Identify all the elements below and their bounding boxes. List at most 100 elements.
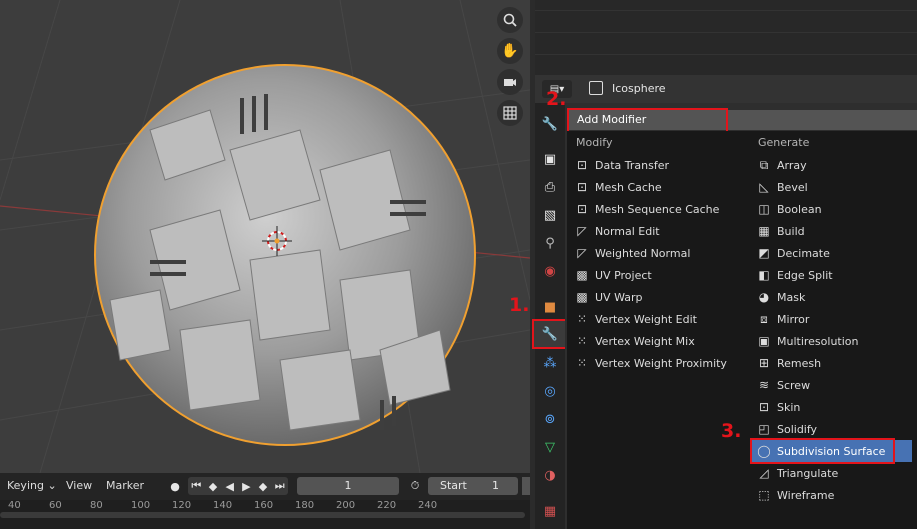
physics-tab-icon[interactable]: ◎ xyxy=(539,380,561,402)
menu-item-uv-warp[interactable]: ▩ UV Warp xyxy=(575,286,750,308)
data-tab-icon[interactable]: ▽ xyxy=(539,436,561,458)
ruler-tick-label: 40 xyxy=(8,500,21,511)
stopwatch-icon[interactable]: ⏱ xyxy=(406,477,424,495)
menu-item-multiresolution[interactable]: ▣ Multiresolution xyxy=(757,330,907,352)
menu-item-build[interactable]: ▦ Build xyxy=(757,220,907,242)
menu-item-triangulate[interactable]: ◿ Triangulate xyxy=(757,462,907,484)
camera-icon[interactable] xyxy=(497,69,523,95)
hand-pan-icon[interactable]: ✋ xyxy=(497,38,523,64)
current-frame-field[interactable]: 1 xyxy=(297,477,399,495)
constraints-tab-icon[interactable]: ⊚ xyxy=(539,408,561,430)
modify-column: ⊡ Data Transfer ⊡ Mesh Cache ⊡ Mesh Sequenc… xyxy=(575,154,750,374)
marker-menu[interactable]: Marker xyxy=(106,476,144,496)
object-name: Icosphere xyxy=(612,82,666,95)
modify-column-title: Modify xyxy=(576,136,613,149)
menu-item-remesh[interactable]: ⊞ Remesh xyxy=(757,352,907,374)
menu-item-data-transfer[interactable]: ⊡ Data Transfer xyxy=(575,154,750,176)
add-modifier-row-bg xyxy=(725,110,917,130)
play-reverse-icon[interactable]: ◀ xyxy=(221,477,238,495)
triangulate-icon: ◿ xyxy=(759,466,769,480)
menu-item-decimate[interactable]: ◩ Decimate xyxy=(757,242,907,264)
skin-icon: ⊡ xyxy=(758,400,770,414)
step2-highlight-box xyxy=(567,108,728,133)
ruler-tick-label: 160 xyxy=(254,500,274,511)
menu-item-weighted-normal[interactable]: ◸ Weighted Normal xyxy=(575,242,750,264)
bevel-icon: ◺ xyxy=(759,180,769,194)
prev-keyframe-icon[interactable]: ◆ xyxy=(205,477,222,495)
generate-column-title: Generate xyxy=(758,136,810,149)
timeline-ruler[interactable]: 40 60 80 100 120 140 160 180 200 220 240 xyxy=(0,500,530,529)
build-icon: ▦ xyxy=(758,224,770,238)
viewport-scene xyxy=(0,0,530,473)
ruler-tick-label: 120 xyxy=(172,500,192,511)
menu-item-skin[interactable]: ⊡ Skin xyxy=(757,396,907,418)
start-frame-field[interactable]: Start 1 xyxy=(428,477,518,495)
mesh-sequence-cache-icon: ⊡ xyxy=(576,202,588,216)
menu-item-vertex-weight-edit[interactable]: ⁙ Vertex Weight Edit xyxy=(575,308,750,330)
menu-item-solidify[interactable]: ◰ Solidify xyxy=(757,418,907,440)
mirror-icon: ⧈ xyxy=(760,311,768,326)
screw-icon: ≋ xyxy=(758,378,770,392)
play-icon[interactable]: ▶ xyxy=(238,477,255,495)
menu-item-uv-project[interactable]: ▩ UV Project xyxy=(575,264,750,286)
output-tab-icon[interactable]: ⎙ xyxy=(539,176,561,198)
3d-viewport[interactable]: ✋ xyxy=(0,0,530,473)
menu-item-screw[interactable]: ≋ Screw xyxy=(757,374,907,396)
menu-item-mesh-sequence-cache[interactable]: ⊡ Mesh Sequence Cache xyxy=(575,198,750,220)
world-tab-icon[interactable]: ◉ xyxy=(539,260,561,282)
end-frame-field-cut[interactable] xyxy=(522,477,530,495)
timeline-header: Keying ⌄ View Marker ● ⏮ ◆ ◀ ▶ ◆ ⏭ 1 ⏱ S… xyxy=(0,473,530,500)
ruler-tick-label: 180 xyxy=(295,500,315,511)
uv-warp-icon: ▩ xyxy=(576,290,588,304)
tool-tab-icon[interactable]: 🔧 xyxy=(539,113,561,135)
step3-label: 3. xyxy=(721,420,742,442)
wireframe-icon: ⬚ xyxy=(758,488,770,502)
record-icon[interactable]: ● xyxy=(166,477,184,495)
menu-item-vertex-weight-mix[interactable]: ⁙ Vertex Weight Mix xyxy=(575,330,750,352)
menu-item-mesh-cache[interactable]: ⊡ Mesh Cache xyxy=(575,176,750,198)
ruler-tick-label: 60 xyxy=(49,500,62,511)
texture-tab-icon[interactable]: ▦ xyxy=(539,500,561,522)
menu-item-boolean[interactable]: ◫ Boolean xyxy=(757,198,907,220)
jump-end-icon[interactable]: ⏭ xyxy=(271,477,288,495)
normal-edit-icon: ◸ xyxy=(577,224,587,238)
playback-controls: ⏮ ◆ ◀ ▶ ◆ ⏭ xyxy=(188,477,288,495)
remesh-icon: ⊞ xyxy=(758,356,770,370)
chevron-down-icon: ⌄ xyxy=(47,479,57,492)
next-keyframe-icon[interactable]: ◆ xyxy=(255,477,272,495)
menu-item-mirror[interactable]: ⧈ Mirror xyxy=(757,308,907,330)
scene-tab-icon[interactable]: ⚲ xyxy=(539,232,561,254)
step1-highlight-box xyxy=(532,319,568,349)
render-tab-icon[interactable]: ▣ xyxy=(539,148,561,170)
menu-item-mask[interactable]: ◕ Mask xyxy=(757,286,907,308)
menu-item-array[interactable]: ⧉ Array xyxy=(757,154,907,176)
menu-item-wireframe[interactable]: ⬚ Wireframe xyxy=(757,484,907,506)
zoom-icon[interactable] xyxy=(497,7,523,33)
menu-item-bevel[interactable]: ◺ Bevel xyxy=(757,176,907,198)
view-layer-tab-icon[interactable]: ▧ xyxy=(539,204,561,226)
ruler-tick-label: 240 xyxy=(418,500,438,511)
start-label: Start xyxy=(440,479,467,492)
jump-start-icon[interactable]: ⏮ xyxy=(188,477,205,495)
vertex-weight-proximity-icon: ⁙ xyxy=(576,356,588,370)
menu-item-normal-edit[interactable]: ◸ Normal Edit xyxy=(575,220,750,242)
vertex-weight-mix-icon: ⁙ xyxy=(576,334,588,348)
ruler-tick-label: 100 xyxy=(131,500,151,511)
add-modifier-menu: Modify Generate ⊡ Data Transfer ⊡ Mesh Cac… xyxy=(567,131,917,529)
mesh-cache-icon: ⊡ xyxy=(576,180,588,194)
grid-ortho-icon[interactable] xyxy=(497,100,523,126)
menu-item-edge-split[interactable]: ◧ Edge Split xyxy=(757,264,907,286)
weighted-normal-icon: ◸ xyxy=(577,246,587,260)
mask-icon: ◕ xyxy=(758,290,770,304)
particles-tab-icon[interactable]: ⁂ xyxy=(539,352,561,374)
ruler-tick-label: 200 xyxy=(336,500,356,511)
step3-highlight-box xyxy=(750,438,895,464)
step2-label: 2. xyxy=(546,88,567,110)
view-menu[interactable]: View xyxy=(66,476,92,496)
material-tab-icon[interactable]: ◑ xyxy=(539,464,561,486)
menu-item-vertex-weight-proximity[interactable]: ⁙ Vertex Weight Proximity xyxy=(575,352,750,374)
solidify-icon: ◰ xyxy=(758,422,770,436)
keying-menu[interactable]: Keying ⌄ xyxy=(7,476,57,496)
timeline-scrollbar[interactable] xyxy=(0,512,525,518)
object-tab-icon[interactable]: ■ xyxy=(539,296,561,318)
